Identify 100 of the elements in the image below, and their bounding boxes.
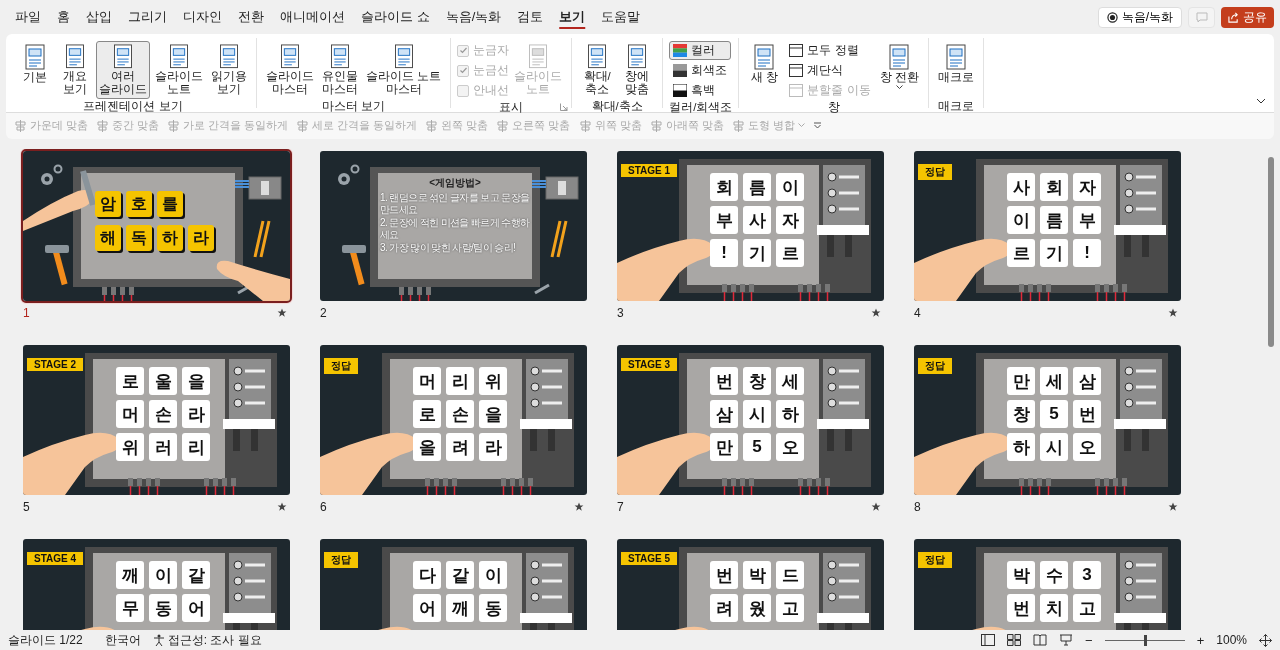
ribbon-button[interactable]: 회색조 [669, 61, 732, 80]
ribbon-tab[interactable]: 파일 [8, 4, 48, 30]
letter-tile: 라 [479, 433, 507, 461]
ribbon-button[interactable]: 컬러 [669, 41, 732, 60]
slide-thumbnail[interactable]: STAGE 2 로 울 을 머 손 라 위 러 리 [23, 345, 290, 495]
fit-to-window-icon[interactable] [1259, 633, 1272, 647]
reading-view-icon[interactable] [1033, 634, 1048, 646]
slide-thumbnail[interactable]: 정답 만 세 삼 창 5 번 하 시 오 [914, 345, 1181, 495]
letter-tile: 치 [1040, 594, 1068, 622]
stage-label: STAGE 2 [27, 358, 84, 371]
ribbon-button[interactable]: 새 창 [745, 41, 784, 99]
ribbon-button[interactable]: 창에 맞춤 [618, 41, 657, 99]
slide-text: 2. 문장에 적힌 미션을 빠르게 수행하세요 [380, 217, 530, 240]
letter-tile: 드 [776, 561, 804, 589]
letter-tile: 세 [1040, 367, 1068, 395]
ribbon-tab[interactable]: 삽입 [79, 4, 119, 30]
zoom-in-button[interactable]: + [1196, 632, 1205, 648]
record-button[interactable]: 녹음/녹화 [1097, 6, 1182, 28]
ribbon-button[interactable]: 계단식 [785, 61, 875, 80]
page-icon [111, 44, 135, 69]
swatch-icon [673, 64, 688, 77]
slide-thumbnail[interactable]: STAGE 5 번 박 드 려 웠 고 [617, 539, 884, 630]
letter-tile: 울 [149, 367, 177, 395]
ribbon-button[interactable]: 확대/ 축소 [578, 41, 617, 99]
normal-view-icon[interactable] [981, 634, 996, 646]
letter-tile: 만 [710, 433, 738, 461]
swatch-icon [673, 84, 688, 97]
ribbon-tab[interactable]: 도움말 [594, 4, 648, 30]
letter-tile: 하 [157, 225, 183, 251]
slide-sorter-icon[interactable] [1007, 634, 1022, 646]
ribbon-button[interactable]: 흑백 [669, 81, 732, 100]
letter-tile: 동 [479, 594, 507, 622]
slide-thumbnail[interactable]: 정답 박 수 3 번 치 고 [914, 539, 1181, 630]
language-label[interactable]: 한국어 [104, 631, 141, 649]
accessibility-status[interactable]: 접근성: 조사 필요 [152, 631, 262, 649]
ribbon-button[interactable]: 슬라이드 노트 마스터 [363, 41, 445, 99]
share-button[interactable]: 공유 [1221, 6, 1274, 28]
slide-thumbnail[interactable]: 암 호 를 해 독 하 라 [23, 151, 290, 301]
stage-label: 정답 [324, 552, 358, 568]
ribbon-button[interactable]: 여러 슬라이드 [96, 41, 150, 99]
letter-tile: 사 [1007, 173, 1035, 201]
ribbon-button[interactable]: 매크로 [934, 41, 977, 99]
letter-tile: 손 [446, 400, 474, 428]
group-label: 확대/축소 [591, 100, 643, 112]
dialog-launcher-icon[interactable] [560, 103, 569, 111]
letter-tile: 깨 [116, 561, 144, 589]
ribbon-tab[interactable]: 검토 [510, 4, 551, 30]
letter-tile: 독 [126, 225, 152, 251]
letter-tile: 무 [116, 594, 144, 622]
letter-tile: 삼 [710, 400, 738, 428]
letter-tile: 부 [710, 206, 738, 234]
ribbon-tab[interactable]: 전환 [231, 4, 271, 30]
ribbon-button[interactable]: 슬라이드 마스터 [263, 41, 317, 99]
letter-tile: 시 [743, 400, 771, 428]
letter-tile: 라 [188, 225, 214, 251]
group-label: 창 [827, 101, 840, 113]
letter-tile: 르 [1007, 239, 1035, 267]
ribbon-tab[interactable]: 디자인 [176, 4, 229, 30]
zoom-percent[interactable]: 100% [1216, 633, 1247, 647]
zoom-slider-thumb[interactable] [1143, 634, 1147, 646]
letter-tile: 어 [413, 594, 441, 622]
slide-thumbnail[interactable]: STAGE 3 번 창 세 삼 시 하 만 5 오 [617, 345, 884, 495]
ribbon-button[interactable]: 슬라이드 노트 [152, 41, 206, 99]
align-icon [96, 119, 110, 132]
stage-label: 정답 [918, 164, 952, 180]
letter-tile: 이 [149, 561, 177, 589]
comment-icon [1195, 11, 1208, 23]
ribbon-tab[interactable]: 보기 [552, 4, 593, 30]
ribbon-tab[interactable]: 슬라이드 쇼 [354, 4, 437, 30]
ribbon-button[interactable]: 유인물 마스터 [319, 41, 361, 99]
letter-tile: 손 [149, 400, 177, 428]
zoom-out-button[interactable]: − [1085, 632, 1093, 648]
slide-thumbnail[interactable]: 정답 다 같 이 어 깨 동 [320, 539, 587, 630]
letter-tile: 창 [743, 367, 771, 395]
ribbon-tab[interactable]: 홈 [50, 4, 77, 30]
align-icon [649, 119, 663, 132]
ribbon-button[interactable]: 모두 정렬 [785, 41, 875, 60]
ribbon-button[interactable]: 창 전환 [876, 41, 922, 99]
slide-thumbnail[interactable]: 정답 머 리 위 로 손 을 올 려 라 [320, 345, 587, 495]
collapse-ribbon-icon[interactable] [1256, 98, 1266, 104]
letter-tile: 번 [710, 367, 738, 395]
slide-thumbnail[interactable]: 정답 사 회 자 이 름 부 르 기 ! [914, 151, 1181, 301]
letter-tile: 를 [157, 191, 183, 217]
letter-tile: 올 [413, 433, 441, 461]
slide-thumbnail[interactable]: <게임방법> 1. 랜덤으로 섞인 글자를 보고 문장을 만드세요 2. 문장에 적힌 미션을 빠르게 수행하세요 3. 가장 많이 맞힌 사람/팀이 승리! [320, 151, 587, 301]
slide-thumbnail[interactable]: STAGE 4 깨 이 같 무 동 어 [23, 539, 290, 630]
slide-number: 3 [617, 306, 624, 320]
ribbon-button[interactable]: 기본 [16, 41, 54, 99]
ribbon-button[interactable]: 읽기용 보기 [208, 41, 250, 99]
ribbon-button[interactable]: 개요 보기 [56, 41, 94, 99]
presentation-icon[interactable] [1059, 634, 1074, 646]
align-icon [578, 119, 592, 132]
slide-heading: <게임방법> [428, 176, 482, 190]
ribbon-tab[interactable]: 그리기 [121, 4, 174, 30]
swatch-icon [673, 44, 688, 57]
slide-thumbnail[interactable]: STAGE 1 회 름 이 부 사 자 ! 기 르 [617, 151, 884, 301]
ribbon-tab[interactable]: 애니메이션 [273, 4, 352, 30]
letter-tile: 번 [1073, 400, 1101, 428]
letter-tile: 사 [743, 206, 771, 234]
ribbon-tab[interactable]: 녹음/녹화 [438, 4, 509, 30]
